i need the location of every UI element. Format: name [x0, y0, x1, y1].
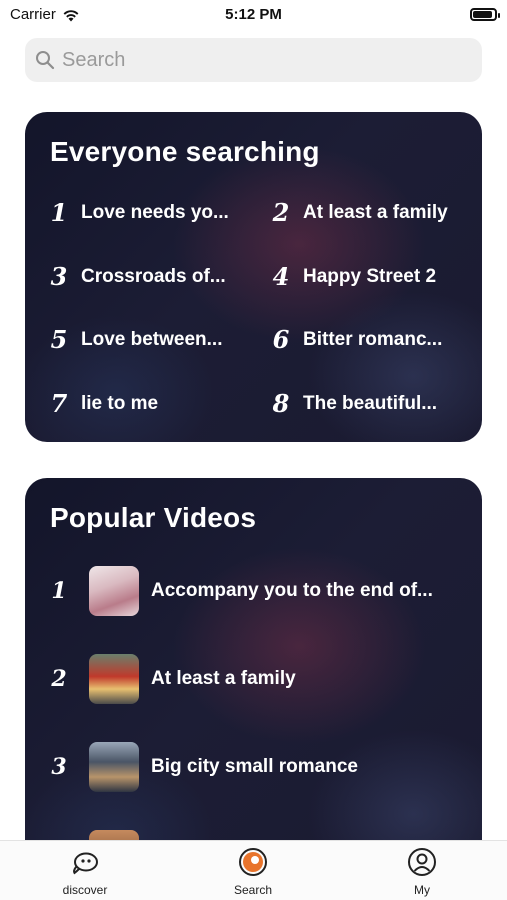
video-thumbnail [89, 566, 139, 616]
trending-item-label: Love between... [81, 328, 223, 350]
rank-number: 8 [272, 389, 290, 418]
trending-item-label: The beautiful... [303, 392, 438, 414]
video-item[interactable]: 3 Big city small romance [47, 742, 477, 792]
trending-item[interactable]: 6 Bitter romanc... [269, 325, 479, 354]
tab-search-label: Search [233, 883, 273, 897]
trending-item[interactable]: 2 At least a family [269, 198, 479, 227]
trending-item[interactable]: 1 Love needs yo... [47, 198, 252, 227]
video-title: Accompany you to the end of... [151, 580, 433, 601]
tab-search[interactable]: Search [193, 847, 313, 897]
video-thumbnail [89, 654, 139, 704]
trending-item-label: Crossroads of... [81, 265, 226, 287]
trending-item[interactable]: 5 Love between... [47, 325, 252, 354]
search-tab-icon [239, 848, 267, 876]
popular-videos-card: Popular Videos 1 Accompany you to the en… [25, 478, 482, 898]
popular-title: Popular Videos [50, 502, 257, 533]
trending-item[interactable]: 4 Happy Street 2 [269, 262, 479, 291]
profile-icon [408, 848, 436, 876]
video-item[interactable]: 1 Accompany you to the end of... [47, 566, 477, 616]
trending-item-label: Happy Street 2 [303, 265, 437, 287]
search-icon [36, 51, 55, 70]
video-title: Big city small romance [151, 756, 358, 777]
status-bar: Carrier 5:12 PM [0, 0, 507, 30]
video-title: At least a family [151, 668, 296, 689]
battery-icon [470, 8, 500, 21]
video-item[interactable]: 2 At least a family [47, 654, 477, 704]
tab-bar: discover Search My [0, 840, 507, 900]
search-bar[interactable] [25, 38, 482, 82]
tab-my[interactable]: My [362, 847, 482, 897]
trending-title: Everyone searching [50, 136, 320, 167]
rank-number: 5 [50, 325, 68, 354]
tab-my-label: My [414, 883, 430, 897]
trending-item[interactable]: 7 lie to me [47, 389, 252, 418]
video-thumbnail [89, 742, 139, 792]
rank-number: 2 [272, 198, 290, 227]
trending-item[interactable]: 3 Crossroads of... [47, 262, 252, 291]
rank-number: 6 [272, 325, 290, 354]
trending-searches-card: Everyone searching 1 Love needs yo... 2 … [25, 112, 482, 442]
trending-item-label: Bitter romanc... [303, 328, 443, 350]
trending-item-label: lie to me [81, 392, 159, 414]
rank-number: 3 [50, 262, 68, 291]
trending-item[interactable]: 8 The beautiful... [269, 389, 479, 418]
rank-number: 1 [51, 578, 67, 604]
rank-number: 1 [50, 198, 68, 227]
discover-icon [73, 852, 98, 875]
search-input[interactable] [62, 48, 442, 72]
trending-item-label: At least a family [303, 201, 448, 223]
tab-discover[interactable]: discover [25, 847, 145, 897]
rank-number: 7 [50, 389, 68, 418]
rank-number: 4 [272, 262, 290, 291]
tab-discover-label: discover [62, 883, 108, 897]
rank-number: 2 [51, 666, 67, 692]
status-time: 5:12 PM [225, 6, 282, 23]
trending-item-label: Love needs yo... [81, 201, 229, 223]
rank-number: 3 [51, 754, 67, 780]
